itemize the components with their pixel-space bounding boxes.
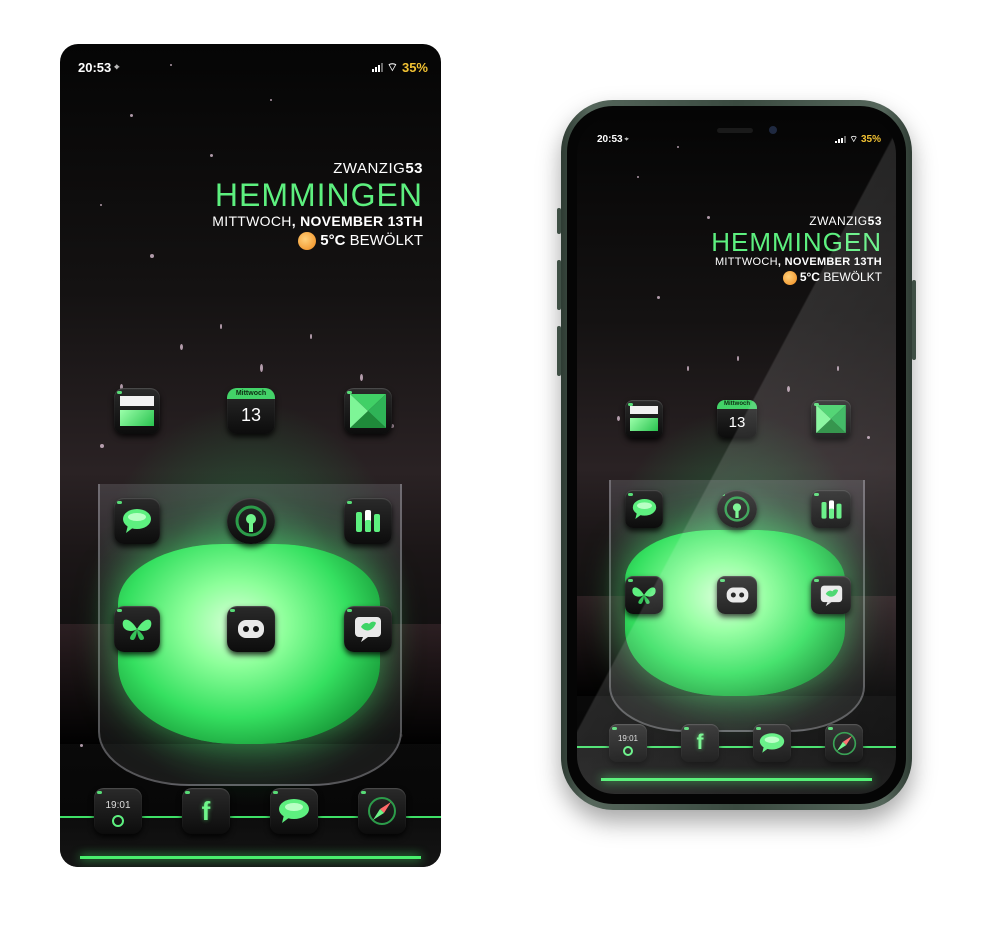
hourglass-icon[interactable] [344,388,392,434]
status-bar: 20:53 ⌖ ⌔ 35% [597,134,881,145]
battery-percent: 35% [401,60,428,75]
compass-icon[interactable] [825,724,863,762]
status-bar: 20:53 ⌖ ⌔ 35% [78,60,428,75]
left-screen: 20:53 ⌖ ⌔ 35% ZWANZIG53 HEMMINGEN MITTWO… [60,44,441,867]
discord-icon[interactable] [227,606,275,652]
dock-glow [601,778,872,781]
dock-glow [80,856,421,859]
clock-icon[interactable]: 19:01 [94,788,142,834]
signal-icon [834,136,846,143]
cloud-sun-icon [782,270,797,285]
facebook-glyph: f [201,795,211,826]
power-button [912,280,916,360]
hourglass-icon[interactable] [811,400,851,438]
wifi-icon: ⌔ [386,60,398,74]
sliders-icon[interactable] [811,490,851,528]
phone-screen: 20:53 ⌖ ⌔ 35% ZWANZIG53 HEMMINGEN MITTWO… [577,116,896,794]
facebook-icon[interactable]: f [681,724,719,762]
clock-icon[interactable]: 19:01 [609,724,647,762]
twitter-icon[interactable] [811,576,851,614]
butterfly-icon[interactable] [625,576,663,614]
calendar-icon[interactable]: Mittwoch 13 [227,388,275,434]
cloud-sun-icon [298,232,317,251]
tile-app-icon[interactable] [625,400,663,438]
volume-button [557,326,561,376]
chat-icon[interactable] [753,724,791,762]
messages-icon[interactable] [114,498,160,544]
widget-city: HEMMINGEN [214,177,423,213]
battery-percent: 35% [860,134,881,145]
twitter-icon[interactable] [344,606,392,652]
widget-date: NOVEMBER 13TH [300,213,423,229]
calendar-day: 13 [240,404,262,425]
clock-time: 19:01 [105,799,131,811]
weather-widget: ZWANZIG53 HEMMINGEN MITTWOCH, NOVEMBER 1… [711,214,882,285]
status-time: 20:53 [78,60,112,75]
widget-condition: BEWÖLKT [349,232,423,249]
calendar-icon[interactable]: Mittwoch 13 [717,400,757,438]
front-camera [769,126,777,134]
sliders-icon[interactable] [344,498,392,544]
compass-icon[interactable] [358,788,406,834]
widget-weekday: MITTWOCH [212,213,292,229]
discord-icon[interactable] [717,576,757,614]
widget-word: ZWANZIG [333,160,406,177]
location-icon: ⌖ [624,135,629,143]
signal-icon [371,63,383,72]
tile-app-icon[interactable] [114,388,160,434]
weather-widget: ZWANZIG53 HEMMINGEN MITTWOCH, NOVEMBER 1… [103,160,423,251]
volume-button [557,260,561,310]
earpiece [717,128,753,133]
volume-button [557,208,561,234]
messages-icon[interactable] [625,490,663,528]
widget-number: 53 [405,160,423,177]
status-time: 20:53 [597,134,623,145]
widget-temperature: 5°C [320,232,346,249]
chat-icon[interactable] [270,788,318,834]
phone-frame: 20:53 ⌖ ⌔ 35% ZWANZIG53 HEMMINGEN MITTWO… [557,100,916,810]
podcast-icon[interactable] [717,490,757,528]
facebook-icon[interactable]: f [182,788,230,834]
podcast-icon[interactable] [227,498,275,544]
location-icon: ⌖ [114,62,120,72]
butterfly-icon[interactable] [114,606,160,652]
wifi-icon: ⌔ [849,134,858,144]
